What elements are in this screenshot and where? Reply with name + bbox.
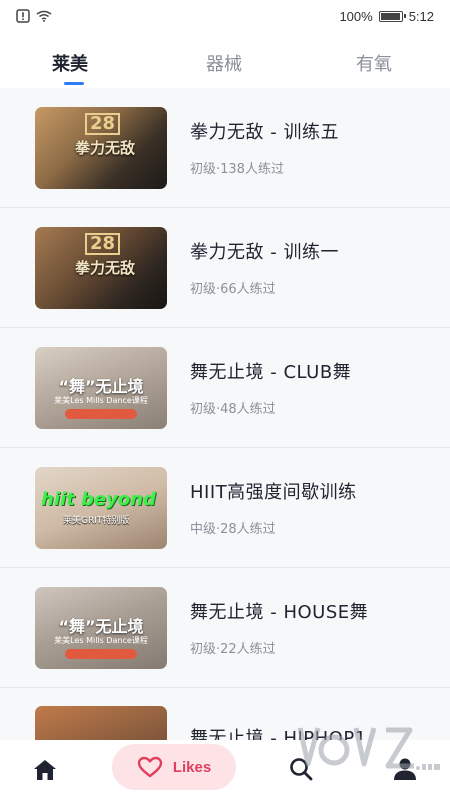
clock: 5:12 — [408, 8, 434, 24]
status-right: 100% 5:12 — [339, 9, 434, 24]
home-icon[interactable] — [32, 758, 58, 782]
heart-icon — [137, 756, 163, 778]
status-bar: 100% 5:12 — [0, 0, 450, 32]
course-item[interactable]: hiit beyond 莱美GRIT特别版 HIIT高强度间歇训练 中级·28人… — [0, 448, 450, 568]
course-item[interactable]: 28 拳力无敌 拳力无敌 - 训练五 初级·138人练过 — [0, 88, 450, 208]
course-meta: 初级·48人练过 — [190, 402, 276, 417]
thumb-subtext: 莱美GRIT特别版 — [63, 515, 130, 526]
course-info: HIIT高强度间歇训练 中级·28人练过 — [190, 478, 357, 537]
watermark-logo — [297, 727, 440, 770]
thumb-text: “舞”无止境 — [58, 376, 144, 396]
battery-icon — [378, 10, 406, 22]
battery-fill — [380, 12, 400, 20]
thumb-subtext: 莱美Les Mills Dance课程 — [54, 395, 148, 405]
course-item[interactable]: “舞”无止境 莱美Les Mills Dance课程 舞无止境 - HOUSE舞… — [0, 568, 450, 688]
course-list[interactable]: 28 拳力无敌 拳力无敌 - 训练五 初级·138人练过 28 拳力无敌 拳力无… — [0, 88, 450, 748]
thumb-text: 拳力无敌 — [75, 258, 136, 277]
course-title: HIIT高强度间歇训练 — [190, 482, 357, 503]
course-item[interactable]: 28 拳力无敌 拳力无敌 - 训练一 初级·66人练过 — [0, 208, 450, 328]
thumb-pill — [65, 408, 137, 419]
course-info: 拳力无敌 - 训练一 初级·66人练过 — [190, 238, 339, 297]
likes-label: Likes — [172, 758, 212, 776]
course-meta: 中级·28人练过 — [190, 522, 276, 537]
thumb-badge: 28 — [85, 232, 121, 255]
thumb-text: hiit beyond — [41, 488, 156, 510]
course-meta: 初级·138人练过 — [190, 162, 284, 177]
category-tabs: 莱美 器械 有氧 — [0, 32, 450, 88]
course-title: 拳力无敌 - 训练一 — [190, 242, 339, 263]
course-thumbnail: “舞”无止境 莱美Les Mills Dance课程 — [35, 586, 167, 669]
course-item[interactable]: “舞”无止境 莱美Les Mills Dance课程 舞无止境 - CLUB舞 … — [0, 328, 450, 448]
course-meta: 初级·66人练过 — [190, 282, 276, 297]
thumb-badge: 28 — [85, 112, 121, 135]
course-meta: 初级·22人练过 — [190, 642, 276, 657]
course-thumbnail: 28 拳力无敌 — [35, 106, 167, 189]
course-thumbnail: hiit beyond 莱美GRIT特别版 — [35, 466, 167, 549]
likes-button[interactable]: Likes — [112, 744, 236, 790]
battery-percent: 100% — [339, 8, 373, 24]
thumb-text: 拳力无敌 — [75, 138, 136, 157]
thumb-pill — [65, 648, 137, 659]
tab-cardio[interactable]: 有氧 — [356, 50, 392, 76]
thumb-text: “舞”无止境 — [58, 616, 144, 636]
course-info: 舞无止境 - HOUSE舞 初级·22人练过 — [190, 598, 368, 657]
course-thumbnail: 28 拳力无敌 — [35, 226, 167, 309]
course-title: 舞无止境 - HOUSE舞 — [190, 602, 369, 623]
course-title: 拳力无敌 - 训练五 — [190, 122, 339, 143]
active-tab-indicator — [64, 82, 84, 85]
alert-icon — [16, 9, 30, 23]
thumb-subtext: 莱美Les Mills Dance课程 — [54, 635, 148, 645]
course-thumbnail: “舞”无止境 莱美Les Mills Dance课程 — [35, 346, 167, 429]
course-info: 舞无止境 - CLUB舞 初级·48人练过 — [190, 358, 351, 417]
wifi-icon — [36, 10, 52, 22]
tab-equipment[interactable]: 器械 — [206, 50, 242, 76]
tab-lesmills[interactable]: 莱美 — [52, 50, 88, 76]
course-info: 拳力无敌 - 训练五 初级·138人练过 — [190, 118, 339, 177]
status-left — [16, 9, 52, 23]
course-title: 舞无止境 - CLUB舞 — [190, 362, 352, 383]
